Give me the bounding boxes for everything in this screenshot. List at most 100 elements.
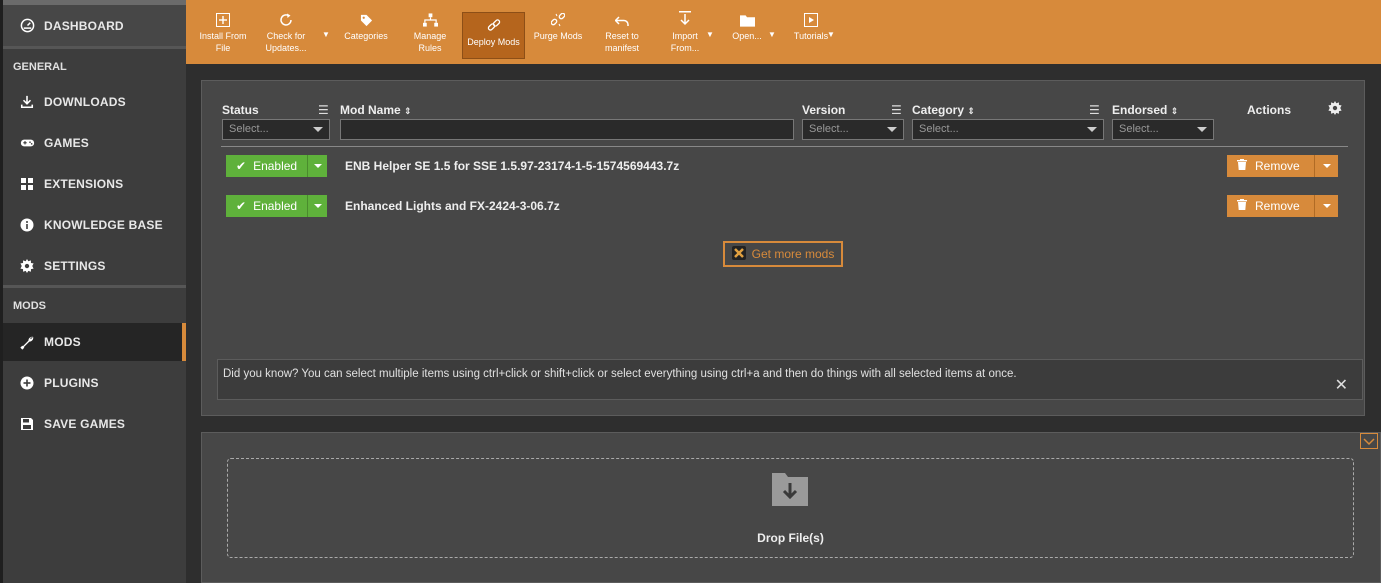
section-header-mods: MODS [3,285,186,323]
category-filter-select[interactable]: Select... [912,119,1104,140]
chevron-down-icon [1197,127,1207,132]
filter-placeholder: Select... [919,123,959,135]
did-you-know-tip: Did you know? You can select multiple it… [217,359,1363,400]
reset-label-line2: manifest [604,43,639,53]
check-updates-dropdown-icon[interactable]: ▼ [322,30,330,39]
sidebar-item-label: KNOWLEDGE BASE [44,217,163,232]
tag-icon [360,7,373,27]
column-header-status[interactable]: Status [222,103,259,117]
sidebar-item-downloads[interactable]: DOWNLOADS [3,81,186,122]
import-dropdown-icon[interactable]: ▼ [706,30,714,39]
check-for-updates-button[interactable]: Check for Updates... [259,7,313,61]
save-icon [18,415,36,433]
open-label: Open... [732,31,762,41]
import-label-line2: From... [670,43,700,53]
open-button[interactable]: Open... [726,7,768,61]
column-header-actions: Actions [1247,103,1292,117]
table-row[interactable]: ✔ Enabled ENB Helper SE 1.5 for SSE 1.5.9… [202,147,1366,183]
deploy-mods-button[interactable]: Deploy Mods [462,12,525,59]
status-filter-select[interactable]: Select... [222,119,330,140]
enabled-toggle-button[interactable]: ✔ Enabled [226,155,327,177]
list-options-icon[interactable]: ☰ [891,103,902,117]
status-dropdown-icon[interactable] [308,164,327,168]
column-header-mod-name[interactable]: Mod Name ⇕ [340,103,412,117]
get-more-mods-button[interactable]: Get more mods [723,241,843,267]
sidebar-item-extensions[interactable]: EXTENSIONS [3,163,186,204]
reset-label-line1: Reset to [605,31,639,41]
gear-icon[interactable] [1328,101,1342,120]
manage-label-line2: Rules [418,43,442,53]
chevron-down-icon [1087,127,1097,132]
wrench-icon [18,333,36,351]
sidebar-item-label: EXTENSIONS [44,176,124,191]
undo-icon [615,7,629,27]
action-dropdown-icon[interactable] [1315,204,1338,208]
reset-to-manifest-button[interactable]: Reset to manifest [596,7,648,61]
info-icon [18,216,36,234]
gear-icon [18,257,36,275]
remove-button[interactable]: Remove [1227,195,1338,217]
manage-rules-button[interactable]: Manage Rules [404,7,456,61]
mod-name-label: Mod Name [340,103,401,117]
remove-label: Remove [1255,199,1300,213]
check-icon: ✔ [236,159,247,173]
status-dropdown-icon[interactable] [308,204,327,208]
remove-button[interactable]: Remove [1227,155,1338,177]
column-header-endorsed[interactable]: Endorsed ⇕ [1112,103,1178,117]
section-header-general: GENERAL [3,46,186,84]
endorsed-label: Endorsed [1112,103,1168,117]
drop-zone[interactable]: Drop File(s) [227,458,1354,558]
unlink-icon [551,7,565,27]
manage-label-line1: Manage [413,31,447,41]
sidebar-item-save-games[interactable]: SAVE GAMES [3,403,186,444]
refresh-icon [279,7,293,27]
check-label-line2: Updates... [265,43,307,53]
sidebar-item-settings[interactable]: SETTINGS [3,245,186,286]
filter-placeholder: Select... [809,123,849,135]
get-more-label: Get more mods [751,247,835,261]
column-header-category[interactable]: Category ⇕ [912,103,975,117]
collapse-panel-button[interactable] [1360,433,1378,449]
table-row[interactable]: ✔ Enabled Enhanced Lights and FX-2424-3-0… [202,187,1366,223]
folder-icon [739,7,755,27]
sidebar-item-knowledge-base[interactable]: KNOWLEDGE BASE [3,204,186,245]
sidebar-item-dashboard[interactable]: DASHBOARD [3,5,186,46]
sidebar-item-mods[interactable]: MODS [3,323,186,361]
plus-circle-icon [18,374,36,392]
status-label: Enabled [253,159,298,173]
purge-mods-button[interactable]: Purge Mods [530,7,586,61]
sidebar-item-label: SAVE GAMES [44,416,126,431]
mod-name-filter-input[interactable] [340,119,794,140]
tutorials-dropdown-icon[interactable]: ▼ [827,30,835,39]
categories-button[interactable]: Categories [339,7,393,61]
check-icon: ✔ [236,199,247,213]
endorsed-filter-select[interactable]: Select... [1112,119,1214,140]
close-icon[interactable]: ✕ [1335,375,1348,395]
action-dropdown-icon[interactable] [1315,164,1338,168]
open-dropdown-icon[interactable]: ▼ [768,30,776,39]
sidebar-item-label: DOWNLOADS [44,94,126,109]
folder-download-icon [772,470,808,511]
sort-icon: ⇕ [1170,106,1179,116]
version-filter-select[interactable]: Select... [802,119,904,140]
trash-icon [1237,159,1247,173]
plus-square-icon [216,7,230,27]
enabled-toggle-button[interactable]: ✔ Enabled [226,195,327,217]
check-label-line1: Check for [266,31,306,41]
sidebar-item-games[interactable]: GAMES [3,122,186,163]
install-from-file-button[interactable]: Install From File [196,7,250,61]
filter-placeholder: Select... [229,123,269,135]
import-from-button[interactable]: Import From... [660,7,710,61]
extensions-icon [18,175,36,193]
drop-panel: Drop File(s) [201,432,1381,583]
list-options-icon[interactable]: ☰ [318,103,329,117]
tutorials-label: Tutorials [793,31,829,41]
hierarchy-icon [422,7,438,27]
sidebar-item-plugins[interactable]: PLUGINS [3,362,186,403]
list-options-icon[interactable]: ☰ [1089,103,1100,117]
gamepad-icon [18,134,36,152]
mod-name-cell: Enhanced Lights and FX-2424-3-06.7z [345,199,560,213]
chevron-down-icon [1363,438,1375,446]
column-header-version[interactable]: Version [802,103,845,117]
deploy-label: Deploy Mods [467,37,520,47]
